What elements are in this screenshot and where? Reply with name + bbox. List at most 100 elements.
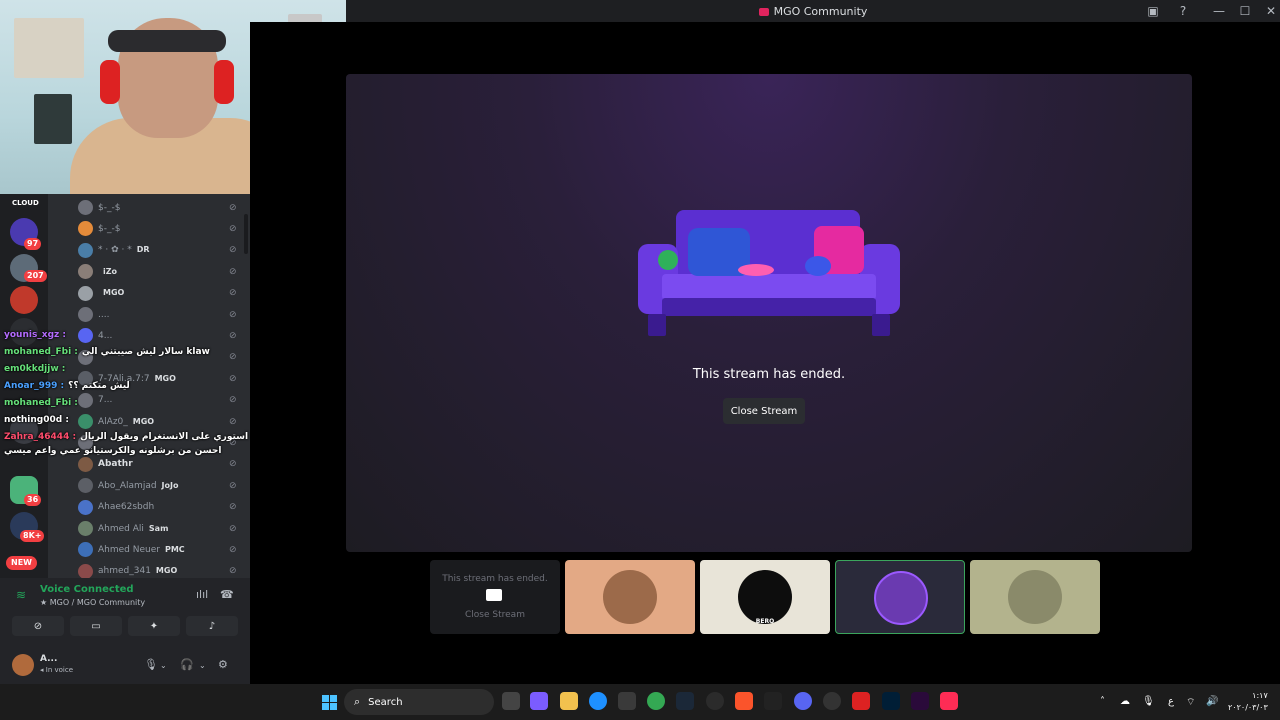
ended-stream-tile[interactable]: This stream has ended. Close Stream [430, 560, 560, 634]
cloud-icon[interactable]: ☁ [1120, 696, 1130, 707]
gamepad-icon [805, 256, 831, 276]
member-row[interactable]: iZo ⊘ [48, 261, 250, 282]
member-tag: JoJo [161, 480, 179, 490]
member-tag: DR [136, 245, 150, 255]
member-name: Ahmed Neuer PMC [98, 545, 185, 555]
member-row[interactable]: MGO ⊘ [48, 283, 250, 304]
chat-username: nothing00d : [4, 415, 69, 425]
deafened-icon: ⊘ [229, 544, 237, 555]
chat-text: احسن من برشلونه والكرستيانو عمي واعم ميس… [4, 446, 222, 456]
deafened-icon: ⊘ [229, 266, 237, 277]
deafened-icon: ⊘ [229, 223, 237, 234]
member-name-text: Abo_Alamjad [98, 480, 157, 491]
member-tag: MGO [103, 288, 125, 298]
participant-tile[interactable] [565, 560, 695, 634]
microphone-icon[interactable]: 🎙 [144, 658, 158, 671]
app-icon[interactable] [852, 692, 870, 710]
task-view-icon[interactable] [502, 692, 520, 710]
headphones-icon [658, 250, 678, 270]
brave-icon[interactable] [735, 692, 753, 710]
taskbar-clock[interactable]: ١:١٧ ٢٠٢٠/٠٣/٠٣ [1228, 690, 1268, 714]
minimize-button[interactable]: — [1206, 0, 1232, 22]
app-root: MGO Community ▣ ? — ☐ ✕ CLOUD 97 207 36 … [0, 0, 1280, 720]
stream-stage: This stream has ended. Close Stream This… [250, 22, 1280, 684]
maximize-button[interactable]: ☐ [1232, 0, 1258, 22]
activities-button[interactable]: ✦ [128, 616, 180, 636]
member-row[interactable]: Abo_Alamjad JoJo ⊘ [48, 475, 250, 496]
gear-icon[interactable]: ⚙ [218, 658, 228, 671]
member-row[interactable]: Ahmed Ali Sam ⊘ [48, 518, 250, 539]
inbox-icon[interactable]: ▣ [1140, 0, 1166, 22]
steam-icon[interactable] [676, 692, 694, 710]
chat-message: Anoar_999 : ليش متكتم ؟؟ [4, 381, 130, 391]
member-row[interactable]: .... ⊘ [48, 304, 250, 325]
microphone-icon[interactable]: 🎙 [1142, 696, 1155, 707]
avatar[interactable] [12, 654, 34, 676]
participant-tile[interactable]: BERO [700, 560, 830, 634]
member-row[interactable]: ahmed_341 MGO ⊘ [48, 561, 250, 578]
participant-tile-speaking[interactable] [835, 560, 965, 634]
camera-off-button[interactable]: ⊘ [12, 616, 64, 636]
participant-tile[interactable] [970, 560, 1100, 634]
chevron-down-icon[interactable]: ⌄ [199, 661, 206, 670]
chat-username: mohaned_Fbi : [4, 347, 78, 357]
edge-icon[interactable] [589, 692, 607, 710]
server-icon[interactable] [10, 286, 38, 314]
soundboard-button[interactable]: ♪ [186, 616, 238, 636]
taskbar-search[interactable]: ⌕ Search [344, 689, 494, 715]
screen-share-button[interactable]: ▭ [70, 616, 122, 636]
deafened-icon: ⊘ [229, 480, 237, 491]
member-name-text: Ahmed Neuer [98, 544, 160, 555]
avatar: BERO [738, 570, 792, 625]
user-name: A... [40, 654, 58, 664]
chrome-icon[interactable] [647, 692, 665, 710]
noise-suppression-icon[interactable]: ılıl [196, 588, 208, 601]
tile-close-text: Close Stream [465, 610, 525, 620]
obs-icon[interactable] [706, 692, 724, 710]
headset-left [100, 60, 120, 104]
copilot-icon[interactable] [530, 692, 548, 710]
member-row[interactable]: Ahae62sbdh ⊘ [48, 497, 250, 518]
member-row[interactable]: $-_-$ ⊘ [48, 218, 250, 239]
signal-icon: ≋ [16, 588, 27, 602]
chat-message: mohaned_Fbi : [4, 398, 82, 408]
member-name-text: Ahmed Ali [98, 523, 144, 534]
member-name: $-_-$ [98, 203, 125, 213]
premiere-icon[interactable] [911, 692, 929, 710]
tiktok-icon[interactable] [940, 692, 958, 710]
headphones-icon[interactable]: 🎧 [180, 658, 194, 671]
member-row[interactable]: * · ✿ · * DR ⊘ [48, 240, 250, 261]
capcut-icon[interactable] [764, 692, 782, 710]
help-icon[interactable]: ? [1170, 0, 1196, 22]
server-badge: 8K+ [20, 530, 45, 542]
voice-status[interactable]: Voice Connected [40, 584, 134, 595]
close-stream-button[interactable]: Close Stream [723, 398, 805, 424]
disconnect-icon[interactable]: ☎ [220, 588, 234, 601]
language-indicator[interactable]: ع [1168, 696, 1174, 707]
wifi-icon[interactable]: ⌔ [1186, 696, 1195, 709]
file-explorer-icon[interactable] [560, 692, 578, 710]
list-scrollbar[interactable] [244, 214, 248, 254]
member-row[interactable]: $-_-$ ⊘ [48, 197, 250, 218]
discord-icon[interactable] [794, 692, 812, 710]
avatar [603, 570, 657, 624]
chat-text: ليش متكتم ؟؟ [68, 381, 130, 391]
photoshop-icon[interactable] [882, 692, 900, 710]
member-row[interactable]: Ahmed Neuer PMC ⊘ [48, 539, 250, 560]
settings-icon[interactable] [823, 692, 841, 710]
member-name-text: Ahae62sbdh [98, 502, 155, 513]
store-icon[interactable] [618, 692, 636, 710]
chat-username: mohaned_Fbi : [4, 398, 78, 408]
chevron-up-icon[interactable]: ˄ [1100, 696, 1105, 707]
volume-icon[interactable]: 🔊 [1206, 696, 1218, 707]
avatar [78, 542, 93, 558]
chat-message: mohaned_Fbi : سالار ليش صيبتني الي klaw [4, 347, 210, 357]
member-tag: PMC [164, 544, 185, 554]
avatar [78, 307, 93, 322]
chat-message: احسن من برشلونه والكرستيانو عمي واعم ميس… [4, 446, 225, 456]
chevron-down-icon[interactable]: ⌄ [160, 661, 167, 670]
close-window-button[interactable]: ✕ [1258, 0, 1280, 22]
member-tag: MGO [155, 566, 178, 576]
couch-illustration [638, 210, 900, 336]
windows-start-icon[interactable] [322, 695, 337, 710]
